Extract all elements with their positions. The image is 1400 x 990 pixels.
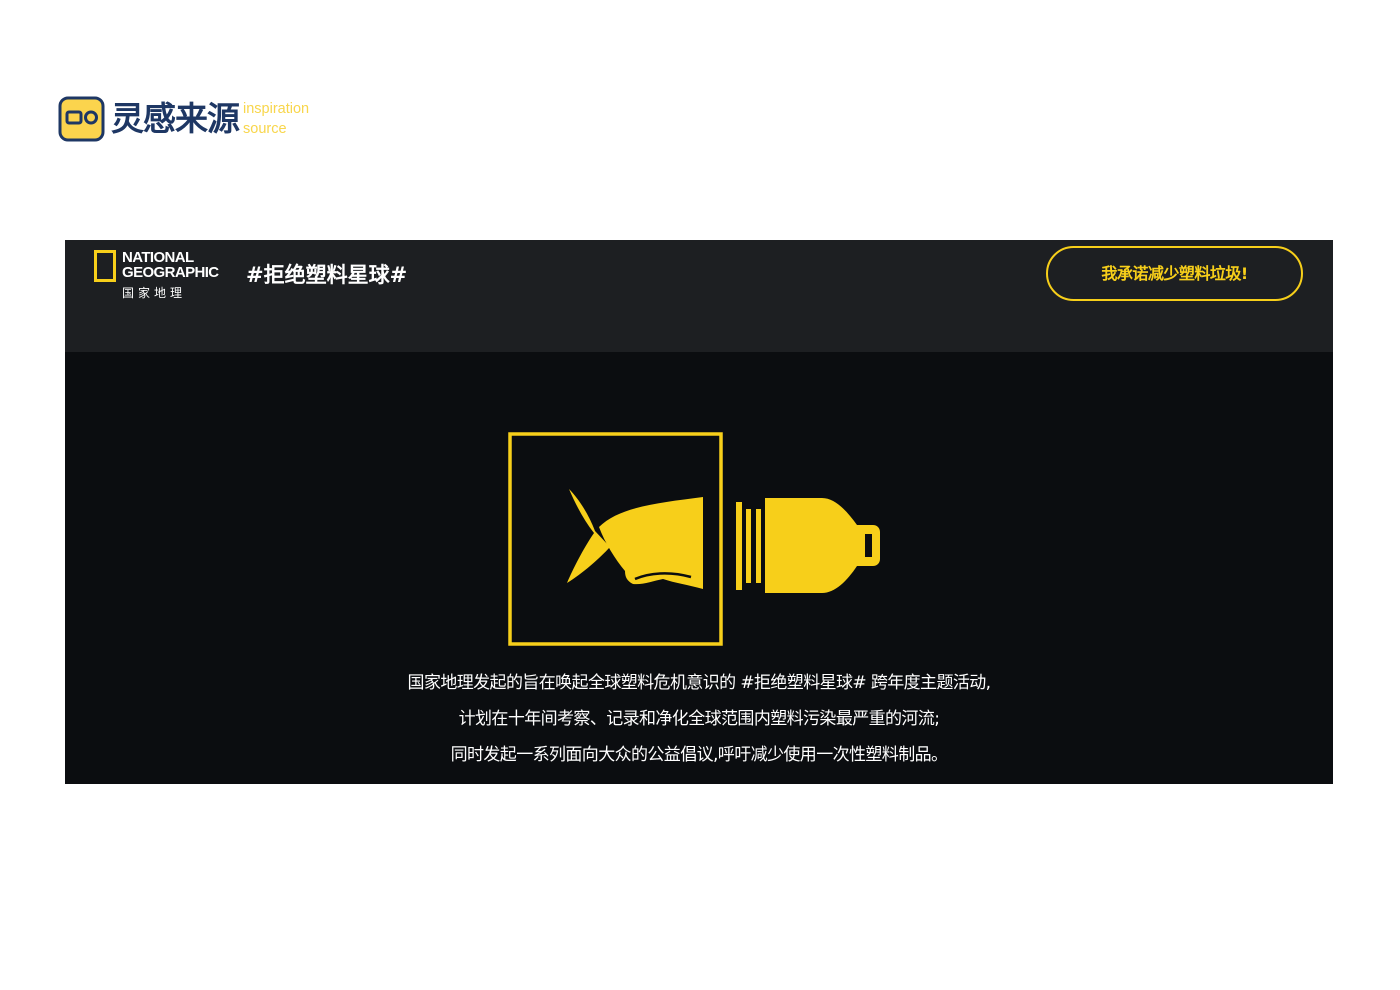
national-geographic-logo[interactable]: NATIONAL GEOGRAPHIC 国家地理 <box>94 249 219 305</box>
description-line: 同时发起一系列面向大众的公益倡议,呼吁减少使用一次性塑料制品。 <box>450 745 948 765</box>
campaign-description: 国家地理发起的旨在唤起全球塑料危机意识的 #拒绝塑料星球# 跨年度主题活动, 计… <box>65 665 1333 773</box>
pledge-button[interactable]: 我承诺减少塑料垃圾! <box>1046 246 1303 301</box>
brand-logo-icon <box>58 96 105 142</box>
banner-header: NATIONAL GEOGRAPHIC 国家地理 #拒绝塑料星球# 我承诺减少塑… <box>65 240 1333 352</box>
brand-header: 灵感来源 inspiration source <box>58 95 309 143</box>
logo-text-chinese: 国家地理 <box>122 286 187 300</box>
description-line: 国家地理发起的旨在唤起全球塑料危机意识的 #拒绝塑料星球# 跨年度主题活动, <box>407 673 992 693</box>
brand-tagline-line2: source <box>243 121 287 137</box>
yellow-frame-icon <box>94 250 116 282</box>
brand-name: 灵感来源 <box>111 99 240 138</box>
fish-in-plastic-bottle-icon <box>508 432 880 646</box>
logo-text-geographic: GEOGRAPHIC <box>122 264 219 281</box>
brand-tagline-line1: inspiration <box>243 101 310 117</box>
description-line: 计划在十年间考察、记录和净化全球范围内塑料污染最严重的河流; <box>458 709 940 729</box>
brand-tagline: inspiration source <box>243 99 309 139</box>
campaign-title: #拒绝塑料星球# <box>246 263 408 287</box>
campaign-banner: NATIONAL GEOGRAPHIC 国家地理 #拒绝塑料星球# 我承诺减少塑… <box>65 240 1333 784</box>
